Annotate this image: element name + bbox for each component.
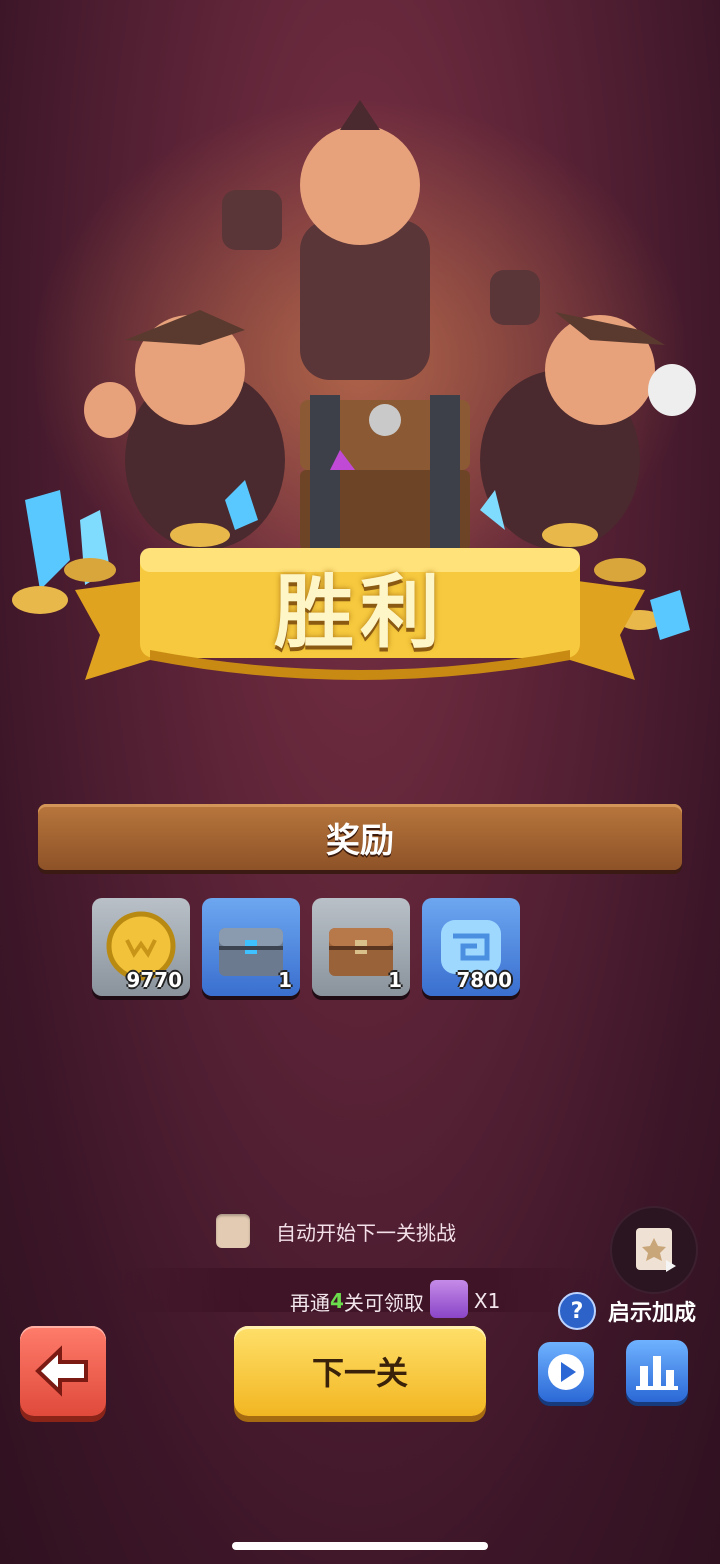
rewards-title: 奖励	[326, 820, 394, 861]
treasure-chest-figure	[300, 395, 470, 550]
revelation-bonus-row: ? 启示加成	[558, 1292, 696, 1330]
auto-next-label: 自动开始下一关挑战	[276, 1220, 456, 1245]
reward-list: 9770 1 1 7800	[92, 898, 520, 996]
progress-number: 4	[330, 1289, 344, 1313]
auto-next-checkbox[interactable]	[216, 1214, 250, 1248]
bar-chart-icon	[636, 1356, 678, 1390]
reward-count: 1	[388, 968, 402, 992]
reward-count: 9770	[126, 968, 182, 992]
reward-item-blue-gem[interactable]: 7800	[422, 898, 520, 996]
milestone-reward-icon	[429, 1280, 468, 1318]
reward-item-wooden-chest[interactable]: 1	[312, 898, 410, 996]
help-icon[interactable]: ?	[558, 1292, 596, 1330]
back-button[interactable]	[20, 1326, 106, 1416]
rewards-header: 奖励	[38, 804, 682, 870]
replay-button[interactable]	[538, 1342, 594, 1402]
revelation-bonus-label: 启示加成	[608, 1301, 697, 1326]
revelation-bonus-button[interactable]	[612, 1208, 696, 1292]
stats-button[interactable]	[626, 1340, 688, 1402]
next-level-button[interactable]: 下一关	[234, 1326, 486, 1416]
victory-title: 胜利	[274, 566, 446, 659]
reward-item-gold[interactable]: 9770	[92, 898, 190, 996]
reward-count: 1	[278, 968, 292, 992]
progress-suffix: 关可领取	[343, 1290, 424, 1315]
auto-next-row: 自动开始下一关挑战	[216, 1214, 456, 1248]
reward-item-iron-chest[interactable]: 1	[202, 898, 300, 996]
home-indicator[interactable]	[232, 1542, 488, 1550]
arrow-left-icon	[35, 1345, 88, 1397]
next-level-label: 下一关	[311, 1354, 408, 1392]
scroll-star-icon	[636, 1228, 676, 1272]
reward-count: 7800	[456, 968, 512, 992]
progress-hint: 再通 4 关可领取 X1	[290, 1280, 501, 1320]
progress-prefix: 再通	[290, 1290, 330, 1315]
play-icon	[548, 1354, 584, 1390]
progress-multiplier: X1	[473, 1289, 501, 1313]
